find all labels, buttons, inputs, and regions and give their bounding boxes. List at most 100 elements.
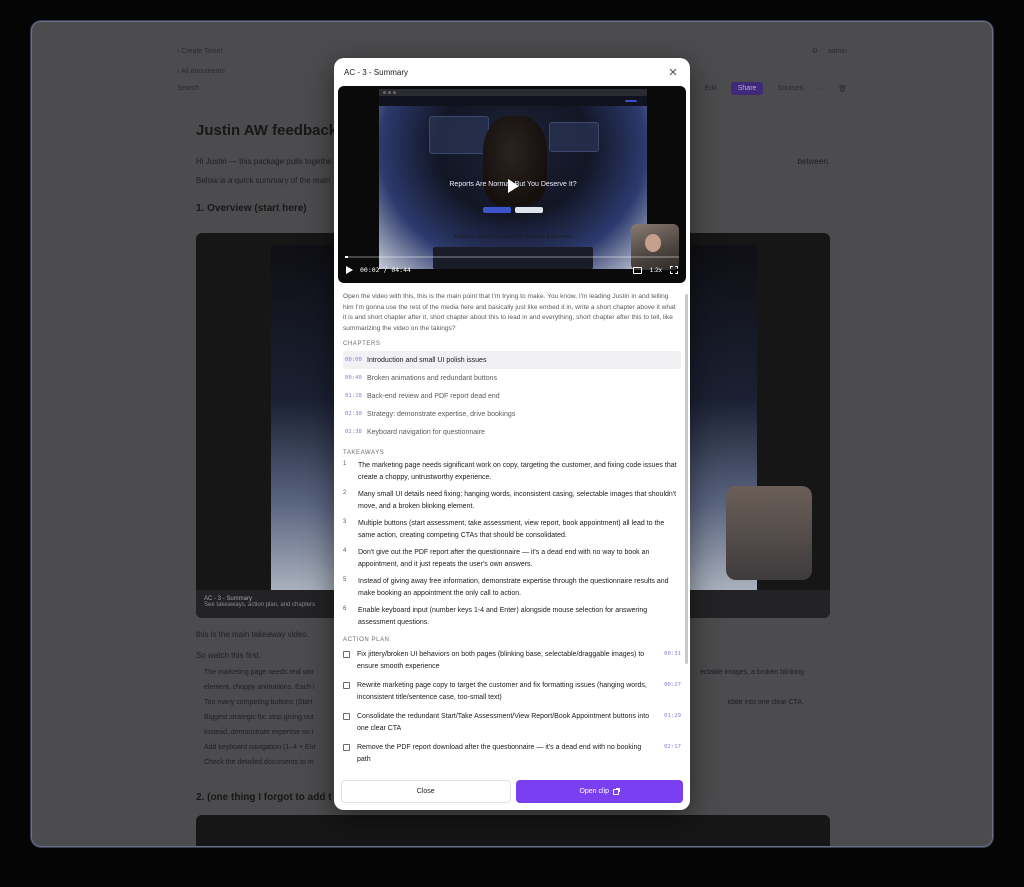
action-timestamp[interactable]: 00:31 — [655, 649, 681, 657]
browser-chrome — [379, 89, 647, 96]
action-text: Remove the PDF report download after the… — [357, 744, 642, 763]
top-bar: ‹ Create Ticket ⚙ admin — [177, 44, 847, 58]
video-player[interactable]: Reports Are Normal, But You Deserve It? … — [338, 86, 686, 283]
doc-toolbar: Edit Share Sources ⋯ 🗑 — [705, 82, 847, 95]
progress-fill — [345, 256, 349, 258]
action-text: Fix jittery/broken UI behaviors on both … — [357, 651, 645, 670]
action-timestamp[interactable]: 01:29 — [655, 711, 681, 719]
control-play-icon[interactable] — [346, 266, 353, 274]
bullet-start: Instead, demonstrate expertise on t — [204, 729, 314, 736]
bullet-start: Check the detailed documents to m — [204, 759, 314, 766]
action-timestamp[interactable]: 00:27 — [655, 680, 681, 688]
para1-start: Hi Justin — this package pulls togethe — [196, 157, 332, 166]
share-button[interactable]: Share — [730, 82, 764, 95]
player-controls: 00:02 / 04:44 1.2x — [346, 264, 678, 276]
takeaway-item: 5 Instead of giving away free information… — [343, 576, 681, 600]
takeaway-number: 2 — [343, 490, 347, 496]
playback-speed[interactable]: 1.2x — [650, 267, 662, 274]
play-icon[interactable] — [501, 175, 523, 197]
hero-card-right — [549, 122, 599, 152]
chapter-item[interactable]: 02:30 Strategy: demonstrate expertise, dr… — [343, 405, 681, 423]
takeaways-list: 1 The marketing page needs significant wo… — [334, 460, 690, 629]
takeaway-item: 6 Enable keyboard input (number keys 1-4 … — [343, 605, 681, 629]
back-link[interactable]: ‹ Create Ticket — [177, 48, 223, 55]
action-checkbox[interactable] — [343, 682, 350, 689]
settings-icon[interactable]: ⚙ — [812, 47, 818, 55]
takeaway-text: Enable keyboard input (number keys 1-4 a… — [358, 607, 648, 626]
action-timestamp[interactable]: 02:17 — [655, 742, 681, 750]
chapter-time: 00:00 — [345, 357, 362, 363]
open-clip-button[interactable]: Open clip — [515, 780, 683, 803]
takeaway-text: Don't give out the PDF report after the … — [358, 549, 650, 568]
trash-icon[interactable]: 🗑 — [838, 85, 847, 93]
modal-footer: Close Open clip — [334, 776, 690, 810]
action-item: Fix jittery/broken UI behaviors on both … — [343, 649, 681, 672]
chapter-title: Broken animations and redundant buttons — [367, 374, 497, 382]
action-plan-list: Fix jittery/broken UI behaviors on both … — [334, 649, 690, 765]
action-plan-label: ACTION PLAN — [343, 637, 390, 643]
site-nav — [379, 96, 647, 106]
takeaway-number: 5 — [343, 577, 347, 583]
captions-icon[interactable] — [632, 266, 642, 274]
chapter-item[interactable]: 00:00 Introduction and small UI polish is… — [343, 351, 681, 369]
more-icon[interactable]: ⋯ — [817, 85, 824, 93]
takeaway-item: 2 Many small UI details need fixing: hang… — [343, 489, 681, 513]
site-cta — [625, 100, 637, 102]
chapter-item[interactable]: 02:38 Keyboard navigation for questionnai… — [343, 423, 681, 441]
action-checkbox[interactable] — [343, 744, 350, 751]
action-checkbox[interactable] — [343, 651, 350, 658]
time-separator: / — [383, 266, 388, 274]
takeaway-item: 4 Don't give out the PDF report after the… — [343, 547, 681, 571]
takeaway-text: The marketing page needs significant wor… — [358, 462, 677, 481]
takeaway-number: 1 — [343, 461, 347, 467]
chapter-title: Strategy: demonstrate expertise, drive b… — [367, 410, 516, 418]
close-button[interactable]: Close — [341, 780, 511, 803]
chapter-time: 02:38 — [345, 429, 362, 435]
external-link-icon — [613, 787, 621, 795]
takeaway-item: 3 Multiple buttons (start assessment, tak… — [343, 518, 681, 542]
bullet-start: Too many competing buttons (Start — [204, 699, 313, 706]
chapter-time: 02:30 — [345, 411, 362, 417]
all-documents-link[interactable]: ‹ All documents — [177, 68, 225, 75]
webcam-overlay — [726, 486, 812, 580]
background-video-embed-2[interactable] — [196, 815, 830, 846]
sources-button[interactable]: Sources — [777, 85, 803, 92]
bullet-start: Biggest strategic fix: stop giving out — [204, 714, 314, 721]
user-menu[interactable]: admin — [828, 48, 847, 55]
chapter-title: Back-end review and PDF report dead end — [367, 392, 500, 400]
bullet-end: idate into one clear CTA. — [727, 699, 804, 706]
takeaway-number: 3 — [343, 519, 347, 525]
edit-button[interactable]: Edit — [705, 85, 717, 92]
duration: 04:44 — [391, 266, 411, 274]
chapter-title: Introduction and small UI polish issues — [367, 356, 487, 364]
chapter-title: Keyboard navigation for questionnaire — [367, 428, 485, 436]
current-time: 00:02 — [360, 266, 380, 274]
takeaway-text: Many small UI details need fixing: hangi… — [358, 491, 677, 510]
chapter-time: 00:40 — [345, 375, 362, 381]
close-icon[interactable] — [666, 65, 680, 79]
hero-card-left — [429, 116, 489, 154]
clip-summary-modal: AC - 3 - Summary Reports Are Normal, But… — [334, 58, 690, 810]
takeaway-text: Multiple buttons (start assessment, take… — [358, 520, 665, 539]
modal-header: AC - 3 - Summary — [334, 58, 690, 86]
action-checkbox[interactable] — [343, 713, 350, 720]
hero-buttons — [483, 207, 543, 213]
para1-end: between. — [797, 157, 830, 166]
action-text: Consolidate the redundant Start/Take Ass… — [357, 713, 650, 732]
takeaway-number: 4 — [343, 548, 347, 554]
progress-bar[interactable] — [345, 256, 679, 258]
bullet-start: Add keyboard navigation (1–4 + Ent — [204, 744, 316, 751]
modal-title: AC - 3 - Summary — [344, 67, 409, 77]
chapter-item[interactable]: 01:28 Back-end review and PDF report dead… — [343, 387, 681, 405]
chapter-item[interactable]: 00:40 Broken animations and redundant but… — [343, 369, 681, 387]
takeaway-item: 1 The marketing page needs significant wo… — [343, 460, 681, 484]
takeaway-text: Instead of giving away free information,… — [358, 578, 669, 597]
fullscreen-icon[interactable] — [670, 266, 678, 274]
search-label[interactable]: Search — [177, 85, 199, 92]
timecode: 00:02 / 04:44 — [360, 266, 411, 274]
modal-scroll-content: Open the video with this, this is the ma… — [334, 286, 690, 776]
clip-description: Open the video with this, this is the ma… — [343, 293, 676, 332]
takeaways-label: TAKEAWAYS — [343, 450, 385, 456]
hero-subline: A Holistic System Designed For Wellness … — [453, 234, 573, 240]
action-item: Rewrite marketing page copy to target th… — [343, 680, 681, 703]
